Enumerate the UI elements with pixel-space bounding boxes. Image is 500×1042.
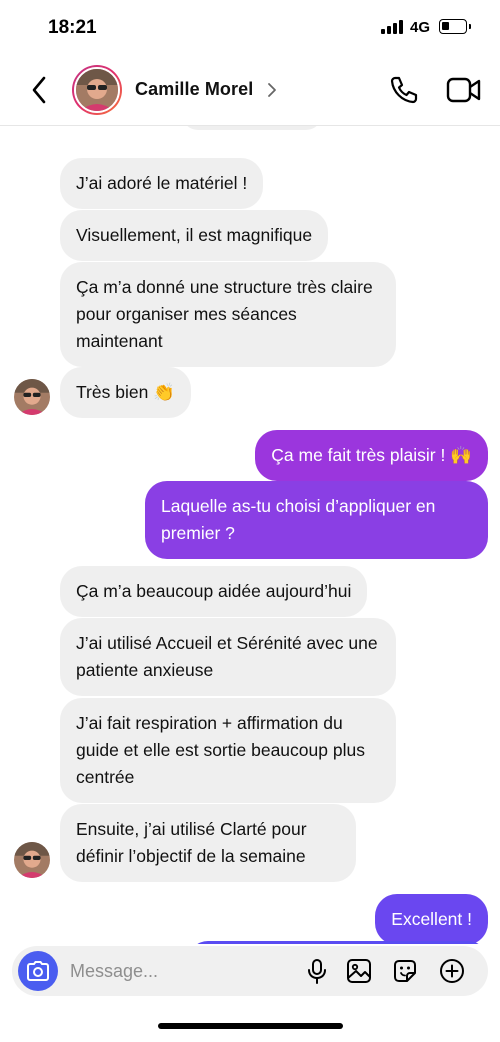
image-icon[interactable]: [345, 957, 373, 985]
battery-tip: [469, 24, 471, 29]
home-indicator: [158, 1023, 343, 1029]
camera-button[interactable]: [18, 951, 58, 991]
battery-level: [442, 22, 449, 30]
message-bubble-incoming[interactable]: J’ai adoré le matériel !: [60, 158, 264, 209]
message-composer: [12, 946, 488, 996]
video-call-button[interactable]: [446, 75, 482, 105]
message-bubble-outgoing-partial[interactable]: [188, 941, 488, 944]
message-input[interactable]: [70, 956, 290, 986]
message-bubble-incoming[interactable]: Ça m’a beaucoup aidée aujourd’hui: [60, 566, 368, 617]
microphone-icon[interactable]: [303, 957, 331, 985]
message-bubble-incoming[interactable]: J’ai fait respiration + affirmation du g…: [60, 698, 396, 803]
back-button[interactable]: [24, 73, 54, 107]
contact-avatar[interactable]: [72, 65, 122, 115]
sticker-icon[interactable]: [391, 957, 419, 985]
video-camera-icon: [446, 77, 481, 103]
back-arrow-icon: [32, 76, 46, 104]
battery-icon: [439, 19, 467, 34]
contact-avatar-small[interactable]: [14, 379, 50, 415]
previous-message-bubble: [182, 126, 322, 130]
plus-icon[interactable]: [438, 957, 466, 985]
message-bubble-incoming[interactable]: Ensuite, j’ai utilisé Clarté pour défini…: [60, 804, 356, 882]
call-button[interactable]: [388, 74, 420, 106]
camera-icon: [27, 961, 49, 981]
network-label: 4G: [410, 19, 431, 36]
chevron-right-icon[interactable]: [266, 80, 278, 100]
status-bar: 18:21 4G: [0, 0, 500, 56]
message-bubble-incoming[interactable]: Très bien 👏: [60, 367, 191, 418]
avatar-photo: [76, 69, 118, 111]
message-thread[interactable]: J’ai adoré le matériel ! Visuellement, i…: [0, 126, 500, 944]
status-time: 18:21: [48, 17, 97, 38]
avatar-photo: [14, 379, 50, 415]
message-bubble-incoming[interactable]: Visuellement, il est magnifique: [60, 210, 329, 261]
message-bubble-outgoing[interactable]: Excellent !: [375, 894, 488, 944]
message-bubble-incoming[interactable]: J’ai utilisé Accueil et Sérénité avec un…: [60, 618, 396, 696]
message-bubble-outgoing[interactable]: Ça me fait très plaisir ! 🙌: [255, 430, 488, 481]
chat-header: Camille Morel: [0, 56, 500, 126]
signal-icon: [381, 20, 403, 34]
contact-name[interactable]: Camille Morel: [135, 79, 253, 100]
avatar-photo: [14, 842, 50, 878]
phone-icon: [390, 76, 418, 104]
message-bubble-outgoing[interactable]: Laquelle as-tu choisi d’appliquer en pre…: [145, 481, 488, 559]
contact-avatar-small[interactable]: [14, 842, 50, 878]
message-bubble-incoming[interactable]: Ça m’a donné une structure très claire p…: [60, 262, 396, 367]
